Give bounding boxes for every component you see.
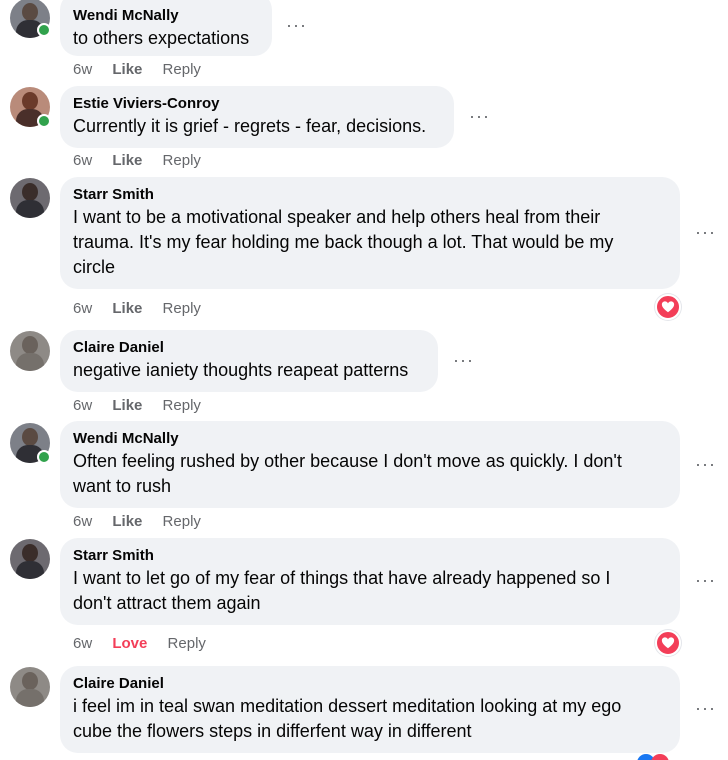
comment-timestamp[interactable]: 6w	[73, 152, 92, 169]
comment-text-line: I want to let go of my fear of things th…	[73, 568, 611, 588]
comment-bubble: Starr Smith I want to let go of my fear …	[60, 538, 680, 625]
comment-text-line: circle	[73, 257, 116, 277]
comment-text-line: trauma. It's my fear holding me back tho…	[73, 232, 614, 252]
comment-timestamp[interactable]: 6w	[73, 300, 92, 317]
comment-text: negative ianiety thoughts reapeat patter…	[73, 360, 409, 380]
comment-author[interactable]: Estie Viviers-Conroy	[73, 94, 441, 114]
comment-bubble: Wendi McNally Often feeling rushed by ot…	[60, 421, 680, 508]
more-options-icon[interactable]: ···	[286, 16, 307, 34]
comment-bubble: Estie Viviers-Conroy Currently it is gri…	[60, 86, 454, 148]
comment-timestamp[interactable]: 6w	[73, 397, 92, 414]
online-status-icon	[37, 114, 51, 128]
more-options-icon[interactable]: ···	[469, 107, 490, 125]
like-button[interactable]: Like	[112, 300, 142, 317]
comment-bubble: Claire Daniel negative ianiety thoughts …	[60, 330, 438, 392]
online-status-icon	[37, 450, 51, 464]
more-options-icon[interactable]: ···	[695, 455, 716, 473]
reply-button[interactable]: Reply	[163, 152, 201, 169]
comment-timestamp[interactable]: 6w	[73, 635, 92, 652]
more-options-icon[interactable]: ···	[695, 699, 716, 717]
comment-author[interactable]: Starr Smith	[73, 546, 667, 566]
heart-icon	[661, 637, 675, 649]
more-options-icon[interactable]: ···	[695, 223, 716, 241]
comment-text: Currently it is grief - regrets - fear, …	[73, 116, 427, 136]
heart-icon	[661, 301, 675, 313]
comment-text-line: cube the flowers steps in differfent way…	[73, 721, 472, 741]
avatar[interactable]	[10, 178, 50, 218]
avatar[interactable]	[10, 667, 50, 707]
like-button[interactable]: Like	[112, 152, 142, 169]
reply-button[interactable]: Reply	[163, 61, 201, 78]
reply-button[interactable]: Reply	[163, 300, 201, 317]
like-button[interactable]: Like	[112, 513, 142, 530]
avatar[interactable]	[10, 331, 50, 371]
comment-author[interactable]: Claire Daniel	[73, 338, 425, 358]
love-reaction[interactable]	[655, 630, 681, 656]
comment-author[interactable]: Wendi McNally	[73, 429, 667, 449]
comment-text-line: Often feeling rushed by other because I …	[73, 451, 622, 471]
avatar[interactable]	[10, 539, 50, 579]
reply-button[interactable]: Reply	[168, 635, 206, 652]
comment-bubble: Wendi McNally to others expectations	[60, 0, 272, 56]
reply-button[interactable]: Reply	[163, 513, 201, 530]
reaction-icons-partial	[637, 754, 677, 760]
comment-timestamp[interactable]: 6w	[73, 61, 92, 78]
more-options-icon[interactable]: ···	[695, 571, 716, 589]
online-status-icon	[37, 23, 51, 37]
comment-author[interactable]: Wendi McNally	[73, 6, 259, 26]
comment-text: to others expectations	[73, 28, 250, 48]
comment-text-line: don't attract them again	[73, 593, 261, 613]
like-button[interactable]: Like	[112, 61, 142, 78]
comment-text-line: want to rush	[73, 476, 172, 496]
like-button[interactable]: Like	[112, 397, 142, 414]
love-button[interactable]: Love	[112, 635, 147, 652]
comment-bubble: Claire Daniel i feel im in teal swan med…	[60, 666, 680, 753]
love-reaction[interactable]	[655, 294, 681, 320]
comment-timestamp[interactable]: 6w	[73, 513, 92, 530]
comment-author[interactable]: Starr Smith	[73, 185, 667, 205]
comment-text-line: I want to be a motivational speaker and …	[73, 207, 601, 227]
more-options-icon[interactable]: ···	[453, 351, 474, 369]
comment-text-line: i feel im in teal swan meditation desser…	[73, 696, 622, 716]
comment-author[interactable]: Claire Daniel	[73, 674, 667, 694]
reply-button[interactable]: Reply	[163, 397, 201, 414]
comment-bubble: Starr Smith I want to be a motivational …	[60, 177, 680, 289]
